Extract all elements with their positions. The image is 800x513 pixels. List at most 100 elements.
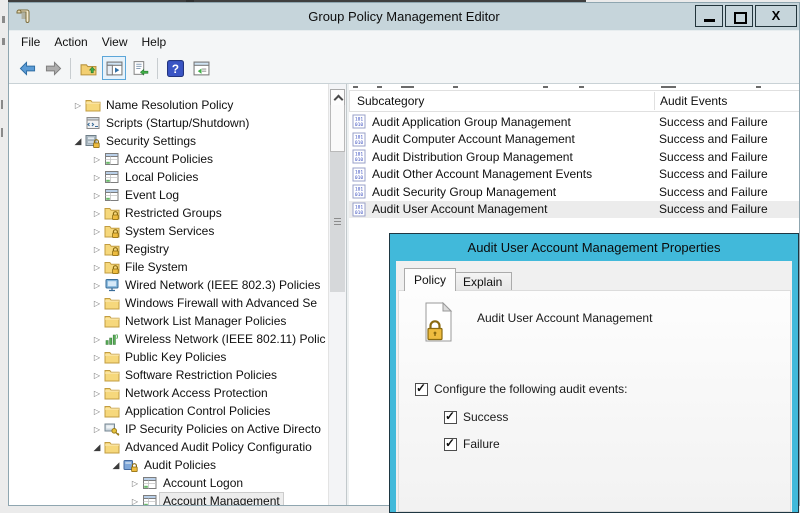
list-header[interactable]: Subcategory Audit Events [349,90,799,112]
new-window-button[interactable] [189,56,213,80]
console-tree-icon [106,60,123,77]
tab-policy[interactable]: Policy [404,268,456,291]
column-header-subcategory[interactable]: Subcategory [357,91,424,111]
list-row-audit-application-group-management[interactable]: 101010Audit Application Group Management… [349,113,799,131]
tree-item-name-resolution-policy[interactable]: ▷Name Resolution Policy [9,96,329,114]
tree-item-wired-network-ieee-802-3-policies[interactable]: ▷ Wired Network (IEEE 802.3) Policies [9,276,329,294]
tree-item-restricted-groups[interactable]: ▷Restricted Groups [9,204,329,222]
failure-checkbox[interactable]: ✓ [444,438,457,451]
tree-item-local-policies[interactable]: ▷Local Policies [9,168,329,186]
column-header-audit-events[interactable]: Audit Events [660,91,727,111]
list-row-audit-computer-account-management[interactable]: 101010Audit Computer Account ManagementS… [349,131,799,149]
tree-item-label: Event Log [122,187,182,203]
folder-icon [104,439,120,455]
help-button[interactable]: ? [163,56,187,80]
menu-item-help[interactable]: Help [135,31,174,53]
back-button[interactable] [15,56,39,80]
binary-doc-icon: 101010 [352,132,366,147]
show-console-tree-button[interactable] [102,56,126,80]
up-one-level-button[interactable] [76,56,100,80]
tab-explain[interactable]: Explain [453,272,512,291]
expander-collapsed-icon[interactable]: ▷ [90,227,104,236]
tree-item-account-management[interactable]: ▷Account Management [9,492,329,505]
expander-collapsed-icon[interactable]: ▷ [90,407,104,416]
policy-tab-panel: Audit User Account Management ✓ Configur… [398,290,791,512]
list-row-audit-distribution-group-management[interactable]: 101010Audit Distribution Group Managemen… [349,148,799,166]
tree-item-software-restriction-policies[interactable]: ▷ Software Restriction Policies [9,366,329,384]
forward-button[interactable] [41,56,65,80]
expander-collapsed-icon[interactable]: ▷ [90,155,104,164]
subcategory-cell: Audit Computer Account Management [372,132,575,146]
tree-item-audit-policies[interactable]: ◢Audit Policies [9,456,329,474]
tree-item-network-access-protection[interactable]: ▷Network Access Protection [9,384,329,402]
tree-item-label: Account Policies [122,151,216,167]
expander-collapsed-icon[interactable]: ▷ [90,299,104,308]
svg-text:101: 101 [355,169,364,175]
expander-collapsed-icon[interactable]: ▷ [90,245,104,254]
menu-item-file[interactable]: File [14,31,47,53]
table-icon [104,187,120,203]
menu-item-view[interactable]: View [95,31,135,53]
list-row-audit-other-account-management-events[interactable]: 101010Audit Other Account Management Eve… [349,166,799,184]
tree-item-account-logon[interactable]: ▷ Account Logon [9,474,329,492]
tree-item-network-list-manager-policies[interactable]: Network List Manager Policies [9,312,329,330]
list-row-audit-user-account-management[interactable]: 101010Audit User Account ManagementSucce… [349,201,799,219]
svg-text:010: 010 [355,175,364,181]
checkmark-icon: ✓ [445,436,455,450]
tree-item-public-key-policies[interactable]: ▷Public Key Policies [9,348,329,366]
maximize-button[interactable] [725,5,753,27]
expander-collapsed-icon[interactable]: ▷ [90,335,104,344]
tree-item-account-policies[interactable]: ▷ Account Policies [9,150,329,168]
list-row-audit-security-group-management[interactable]: 101010Audit Security Group ManagementSuc… [349,183,799,201]
expander-collapsed-icon[interactable]: ▷ [90,389,104,398]
expander-expanded-icon[interactable]: ◢ [71,136,85,147]
expander-collapsed-icon[interactable]: ▷ [71,101,85,110]
expander-collapsed-icon[interactable]: ▷ [90,425,104,434]
success-checkbox[interactable]: ✓ [444,411,457,424]
tree-item-wireless-network-ieee-802-11-polic[interactable]: ▷Wireless Network (IEEE 802.11) Polic [9,330,329,348]
tree-item-system-services[interactable]: ▷System Services [9,222,329,240]
minimize-button[interactable] [695,5,723,27]
audit-events-cell: Success and Failure [659,202,768,216]
tree-item-security-settings[interactable]: ◢Security Settings [9,132,329,150]
export-list-button[interactable] [128,56,152,80]
expander-collapsed-icon[interactable]: ▷ [128,479,142,488]
tree-item-registry[interactable]: ▷Registry [9,240,329,258]
dialog-body: PolicyExplain Audit User Account Managem… [396,261,792,512]
expander-expanded-icon[interactable]: ◢ [109,460,123,471]
tree-item-file-system[interactable]: ▷File System [9,258,329,276]
table-icon [104,151,120,167]
tree-item-label: Software Restriction Policies [122,367,280,383]
expander-collapsed-icon[interactable]: ▷ [90,191,104,200]
expander-collapsed-icon[interactable]: ▷ [128,497,142,506]
scrollbar-track[interactable] [330,105,345,152]
scrollbar-thumb[interactable] [330,152,345,292]
tree-item-application-control-policies[interactable]: ▷Application Control Policies [9,402,329,420]
console-tree-pane[interactable]: ▷Name Resolution PolicyScripts (Startup/… [9,84,346,505]
tree-item-windows-firewall-with-advanced-se[interactable]: ▷Windows Firewall with Advanced Se [9,294,329,312]
configure-audit-events-checkbox[interactable]: ✓ [415,383,428,396]
scrollbar-up-button[interactable] [330,89,345,106]
properties-dialog: Audit User Account Management Properties… [389,233,799,513]
tree-item-label: Wired Network (IEEE 802.3) Policies [122,277,323,293]
expander-collapsed-icon[interactable]: ▷ [90,173,104,182]
expander-expanded-icon[interactable]: ◢ [90,442,104,453]
menu-item-action[interactable]: Action [47,31,94,53]
expander-collapsed-icon[interactable]: ▷ [90,353,104,362]
expander-collapsed-icon[interactable]: ▷ [90,263,104,272]
expander-collapsed-icon[interactable]: ▷ [90,371,104,380]
tree-item-ip-security-policies-on-active-directo[interactable]: ▷IP Security Policies on Active Directo [9,420,329,438]
close-button[interactable] [755,5,797,27]
column-divider[interactable] [654,92,655,110]
tree-item-event-log[interactable]: ▷ Event Log [9,186,329,204]
titlebar[interactable]: Group Policy Management Editor [9,3,799,30]
tree-item-advanced-audit-policy-configuratio[interactable]: ◢Advanced Audit Policy Configuratio [9,438,329,456]
folder-icon [104,349,120,365]
tree-item-scripts-startup-shutdown[interactable]: Scripts (Startup/Shutdown) [9,114,329,132]
tree-item-label: Account Logon [160,475,246,491]
expander-collapsed-icon[interactable]: ▷ [90,281,104,290]
tree-scrollbar[interactable] [328,84,346,505]
subcategory-cell: Audit Distribution Group Management [372,150,573,164]
expander-collapsed-icon[interactable]: ▷ [90,209,104,218]
binary-doc-icon: 101010 [352,167,366,182]
